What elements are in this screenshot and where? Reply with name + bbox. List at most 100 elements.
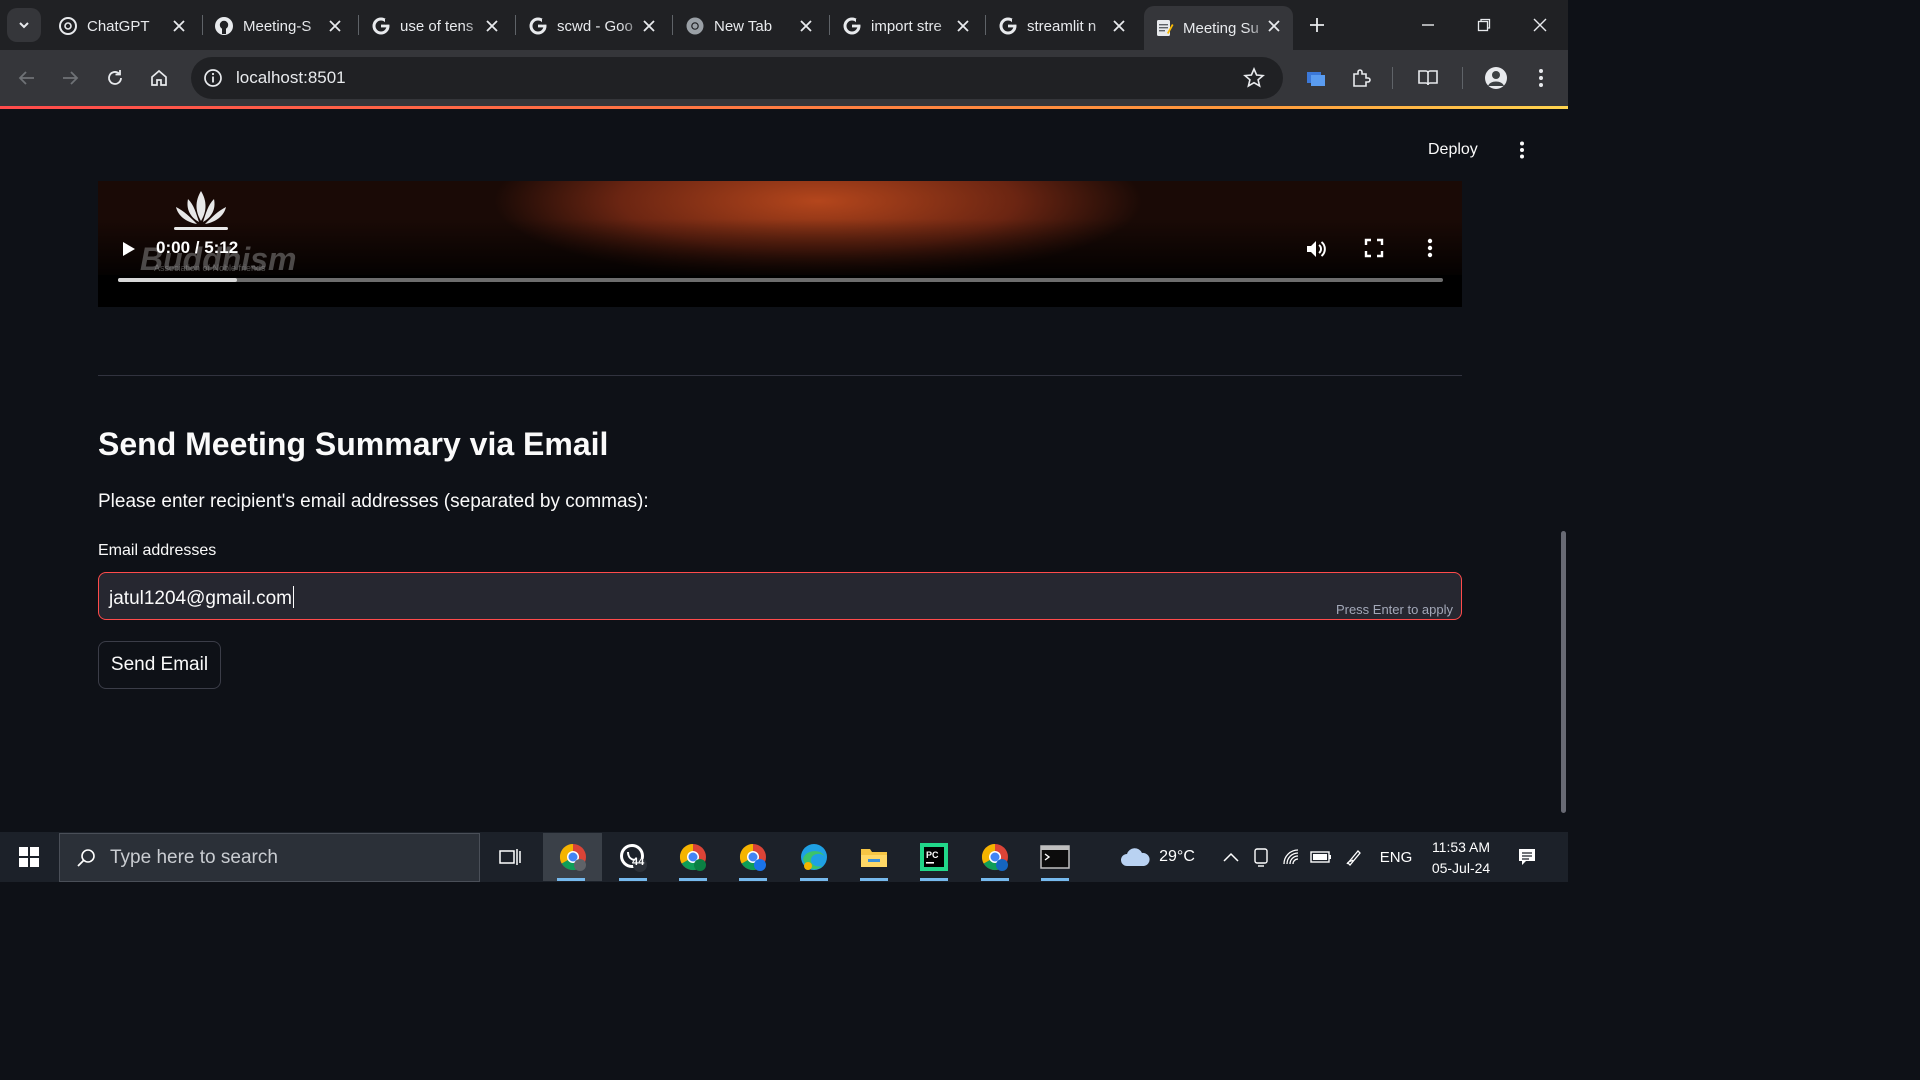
tab-title: Meeting-S [243, 17, 312, 35]
browser-menu-button[interactable] [1525, 62, 1557, 94]
tab-search-button[interactable] [7, 8, 41, 42]
chrome-icon [679, 843, 706, 871]
site-info-icon[interactable] [202, 67, 224, 89]
chrome-icon [559, 843, 586, 871]
video-player[interactable]: Buddhism Association of Noble friends 0:… [98, 181, 1462, 307]
fullscreen-icon [1364, 238, 1384, 258]
notifications-button[interactable] [1510, 832, 1544, 882]
meet-now-button[interactable] [1248, 832, 1274, 882]
app-menu-button[interactable] [1512, 141, 1532, 161]
address-bar[interactable]: localhost:8501 [191, 57, 1283, 99]
taskbar-chrome-profile[interactable] [543, 833, 602, 881]
taskbar-search-placeholder: Type here to search [110, 846, 278, 868]
email-field-value[interactable]: jatul1204@gmail.com [109, 588, 292, 609]
fullscreen-button[interactable] [1364, 238, 1384, 258]
task-view-icon [499, 849, 521, 865]
notepad-icon [1154, 18, 1174, 38]
pen-icon [1346, 850, 1361, 866]
tab-title: use of tens [400, 17, 474, 35]
tab-new-tab[interactable]: New Tab [675, 6, 825, 46]
close-window-button[interactable] [1512, 0, 1568, 50]
home-button[interactable] [143, 62, 175, 94]
tab-use-of-tensorflow[interactable]: use of tens [361, 6, 511, 46]
reload-button[interactable] [99, 62, 131, 94]
tab-scwd-google[interactable]: scwd - Goo [518, 6, 668, 46]
tab-title: scwd - Goo [557, 17, 633, 35]
restore-button[interactable] [1456, 0, 1512, 50]
page-scrollbar[interactable] [1561, 531, 1566, 813]
close-icon[interactable] [953, 16, 973, 36]
home-icon [151, 69, 167, 86]
meet-now-icon [1254, 848, 1268, 867]
video-watermark-subtitle: Association of Noble friends [154, 263, 266, 273]
windows-logo-icon [19, 847, 39, 867]
taskbar-whatsapp[interactable]: 44 [605, 833, 661, 881]
video-options-button[interactable] [1427, 238, 1439, 258]
close-icon[interactable] [325, 16, 345, 36]
google-icon [998, 16, 1018, 36]
bookmark-star-icon[interactable] [1243, 67, 1265, 89]
battery-icon [1310, 851, 1331, 863]
extension-screen-button[interactable] [1300, 62, 1332, 94]
tab-title: Meeting Su [1183, 19, 1259, 37]
browser-tab-strip: ChatGPT Meeting-S use of tens scwd - Goo… [0, 0, 1568, 50]
close-icon[interactable] [796, 16, 816, 36]
profile-button[interactable] [1480, 62, 1512, 94]
reading-list-button[interactable] [1412, 62, 1444, 94]
close-icon[interactable] [1109, 16, 1129, 36]
minimize-icon [1422, 24, 1434, 26]
video-progress-bar[interactable] [118, 278, 1443, 282]
battery-button[interactable] [1307, 832, 1335, 882]
tab-title: import stre [871, 17, 942, 35]
system-clock[interactable]: 11:53 AM 05-Jul-24 [1424, 837, 1498, 879]
network-button[interactable] [1278, 832, 1306, 882]
reload-icon [108, 70, 122, 85]
weather-widget[interactable]: 29°C [1112, 832, 1202, 882]
page-heading: Send Meeting Summary via Email [98, 426, 609, 462]
taskbar-file-explorer[interactable] [846, 833, 902, 881]
taskbar-chrome-c[interactable] [665, 833, 721, 881]
folder-icon [861, 849, 887, 867]
tab-streamlit-search[interactable]: streamlit n [988, 6, 1138, 46]
task-view-button[interactable] [482, 833, 538, 881]
email-field[interactable]: jatul1204@gmail.com Press Enter to apply [98, 572, 1462, 620]
taskbar-chrome-s[interactable] [967, 833, 1023, 881]
back-button[interactable] [11, 62, 43, 94]
deploy-button[interactable]: Deploy [1428, 141, 1478, 159]
close-icon[interactable] [169, 16, 189, 36]
kebab-menu-icon [1520, 141, 1524, 159]
taskbar-chrome-a[interactable] [725, 833, 781, 881]
restore-icon [1477, 18, 1491, 32]
email-field-label: Email addresses [98, 542, 217, 559]
play-icon [123, 242, 135, 256]
tab-title: ChatGPT [87, 17, 150, 35]
tab-chatgpt[interactable]: ChatGPT [48, 6, 198, 46]
taskbar-search-box[interactable]: Type here to search [59, 833, 480, 882]
edge-icon [801, 844, 827, 870]
tab-meeting-summary-active[interactable]: Meeting Su [1144, 6, 1293, 50]
close-icon[interactable] [1264, 16, 1284, 36]
kebab-menu-icon [1427, 238, 1433, 258]
play-button[interactable] [118, 239, 138, 259]
tab-github-meeting[interactable]: Meeting-S [204, 6, 354, 46]
input-language[interactable]: ENG [1376, 832, 1416, 882]
volume-button[interactable] [1304, 237, 1328, 261]
chatgpt-icon [58, 16, 78, 36]
extensions-button[interactable] [1345, 62, 1377, 94]
minimize-button[interactable] [1400, 0, 1456, 50]
pen-workspace-button[interactable] [1340, 832, 1368, 882]
new-tab-button[interactable] [1305, 13, 1329, 37]
tab-import-streamlit[interactable]: import stre [832, 6, 982, 46]
taskbar-pycharm[interactable]: PC [906, 833, 962, 881]
google-icon [842, 16, 862, 36]
close-icon[interactable] [482, 16, 502, 36]
send-email-button[interactable]: Send Email [98, 641, 221, 689]
terminal-icon [1040, 845, 1070, 869]
windows-taskbar: Type here to search 44 PC 29°C ENG 11:53… [0, 832, 1568, 882]
forward-button[interactable] [54, 62, 86, 94]
close-icon[interactable] [639, 16, 659, 36]
show-hidden-icons-button[interactable] [1218, 832, 1244, 882]
start-button[interactable] [0, 832, 58, 882]
taskbar-terminal[interactable] [1027, 833, 1083, 881]
taskbar-edge[interactable] [786, 833, 842, 881]
